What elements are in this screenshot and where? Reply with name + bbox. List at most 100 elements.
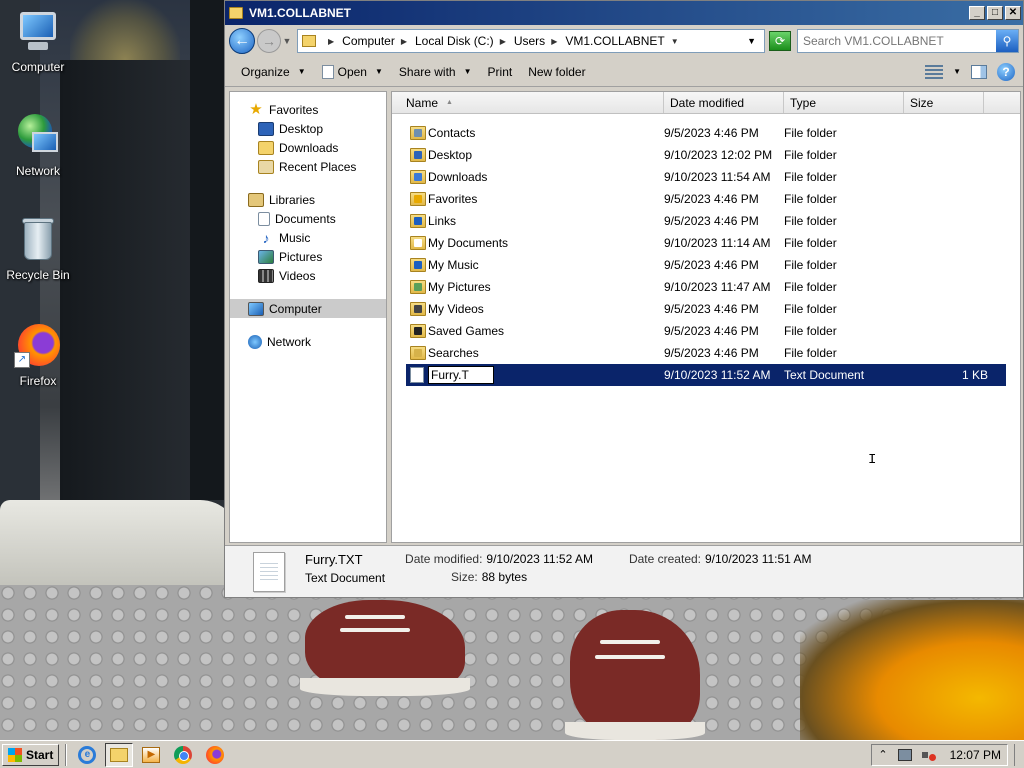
desktop-icon-firefox[interactable]: ↗ Firefox xyxy=(0,322,76,388)
file-name-cell: Saved Games xyxy=(406,324,664,338)
clock[interactable]: 12:07 PM xyxy=(950,748,1001,762)
background-lace xyxy=(595,655,665,659)
sidebar-item-libraries[interactable]: Libraries xyxy=(230,190,386,209)
sidebar-item-pictures[interactable]: Pictures xyxy=(230,247,386,266)
background-lace xyxy=(345,615,405,619)
desktop-icon-label: Computer xyxy=(11,60,65,74)
chevron-down-icon: ▼ xyxy=(297,67,306,76)
background-lace xyxy=(340,628,410,632)
videos-icon xyxy=(258,268,274,283)
table-row[interactable]: Searches 9/5/2023 4:46 PM File folder xyxy=(406,342,1006,364)
taskbar-firefox[interactable] xyxy=(201,743,229,767)
table-row[interactable]: Downloads 9/10/2023 11:54 AM File folder xyxy=(406,166,1006,188)
sidebar-item-music[interactable]: ♪ Music xyxy=(230,228,386,247)
table-row[interactable]: My Documents 9/10/2023 11:14 AM File folde… xyxy=(406,232,1006,254)
print-button[interactable]: Print xyxy=(480,60,521,84)
table-row[interactable]: My Videos 9/5/2023 4:46 PM File folder xyxy=(406,298,1006,320)
breadcrumb-item-vm1[interactable]: VM1.COLLABNET ▼ xyxy=(565,34,678,48)
recent-pages-dropdown[interactable]: ▼ xyxy=(281,36,293,46)
table-row[interactable]: Contacts 9/5/2023 4:46 PM File folder xyxy=(406,122,1006,144)
organize-button[interactable]: Organize ▼ xyxy=(233,60,314,84)
share-with-button[interactable]: Share with ▼ xyxy=(391,60,480,84)
table-row[interactable]: Desktop 9/10/2023 12:02 PM File folder xyxy=(406,144,1006,166)
taskbar-chrome[interactable] xyxy=(169,743,197,767)
column-header-filler xyxy=(984,92,1020,113)
file-date-cell: 9/10/2023 11:54 AM xyxy=(664,170,771,184)
sidebar-item-favorites[interactable]: ★ Favorites xyxy=(230,100,386,119)
taskbar-windows-explorer[interactable] xyxy=(105,742,134,767)
taskbar-internet-explorer[interactable]: e xyxy=(73,743,101,767)
desktop-icon-label: Firefox xyxy=(19,374,57,388)
file-name-cell: Desktop xyxy=(406,148,664,162)
breadcrumb-item-computer[interactable]: Computer ▶ xyxy=(342,34,407,48)
table-row[interactable]: Saved Games 9/5/2023 4:46 PM File folder xyxy=(406,320,1006,342)
sidebar-item-documents[interactable]: Documents xyxy=(230,209,386,228)
sidebar-item-videos[interactable]: Videos xyxy=(230,266,386,285)
details-modified-value: 9/10/2023 11:52 AM xyxy=(486,552,593,566)
sidebar-item-network[interactable]: Network xyxy=(230,332,386,351)
recent-places-icon xyxy=(258,159,274,174)
rename-input[interactable]: Furry.T xyxy=(428,366,494,384)
back-button[interactable]: ← xyxy=(229,28,255,54)
search-box[interactable]: ⚲ xyxy=(797,29,1019,53)
file-date-cell: 9/5/2023 4:46 PM xyxy=(664,324,759,338)
text-document-icon xyxy=(410,367,424,383)
arrow-right-icon: → xyxy=(262,33,276,49)
desktop-icon xyxy=(258,121,274,136)
file-list-pane[interactable]: Name ▲ Date modified Type Size Contacts 9/… xyxy=(391,91,1021,543)
show-desktop-button[interactable] xyxy=(1014,743,1024,766)
details-modified-label: Date modified: xyxy=(405,552,483,566)
column-header-date[interactable]: Date modified xyxy=(664,92,784,113)
shortcut-arrow-icon: ↗ xyxy=(14,352,30,368)
column-header-type[interactable]: Type xyxy=(784,92,904,113)
sidebar-item-computer[interactable]: Computer xyxy=(230,299,386,318)
close-button[interactable]: ✕ xyxy=(1005,6,1021,20)
table-row[interactable]: Favorites 9/5/2023 4:46 PM File folder xyxy=(406,188,1006,210)
table-row-selected[interactable]: Furry.T 9/10/2023 11:52 AM Text Document 1 … xyxy=(406,364,1006,386)
breadcrumb-separator[interactable]: ▶ xyxy=(322,37,334,46)
show-hidden-icons-icon[interactable]: ⌃ xyxy=(878,748,887,761)
preview-pane-icon[interactable] xyxy=(971,64,987,79)
search-input[interactable] xyxy=(798,34,996,48)
table-row[interactable]: Links 9/5/2023 4:46 PM File folder xyxy=(406,210,1006,232)
sidebar-item-desktop[interactable]: Desktop xyxy=(230,119,386,138)
breadcrumb[interactable]: ▶ Computer ▶ Local Disk (C:) ▶ Users ▶ VM1.… xyxy=(297,29,765,53)
minimize-button[interactable]: _ xyxy=(969,6,985,20)
help-icon[interactable]: ? xyxy=(997,62,1015,81)
breadcrumb-item-local-disk[interactable]: Local Disk (C:) ▶ xyxy=(415,34,506,48)
window-titlebar[interactable]: VM1.COLLABNET _ □ ✕ xyxy=(225,1,1023,25)
table-row[interactable]: My Pictures 9/10/2023 11:47 AM File folder xyxy=(406,276,1006,298)
address-history-dropdown[interactable]: ▼ xyxy=(747,36,756,46)
recycle-bin-icon xyxy=(14,216,62,264)
column-header-size[interactable]: Size xyxy=(904,92,984,113)
start-button[interactable]: Start xyxy=(2,743,60,766)
open-button[interactable]: Open ▼ xyxy=(314,60,391,84)
maximize-button[interactable]: □ xyxy=(987,6,1003,20)
network-status-icon[interactable] xyxy=(897,748,912,761)
new-folder-button[interactable]: New folder xyxy=(520,60,593,84)
desktop-icon-computer[interactable]: Computer xyxy=(0,8,76,74)
libraries-icon xyxy=(248,192,264,207)
search-icon[interactable]: ⚲ xyxy=(996,30,1018,52)
explorer-window[interactable]: VM1.COLLABNET _ □ ✕ ← → ▼ ▶ Computer ▶ Lo… xyxy=(224,0,1024,598)
change-view-icon[interactable] xyxy=(925,64,944,79)
file-list: Contacts 9/5/2023 4:46 PM File folder Deskt… xyxy=(406,122,1006,386)
file-date-cell: 9/5/2023 4:46 PM xyxy=(664,346,759,360)
desktop-icon-recycle-bin[interactable]: Recycle Bin xyxy=(0,216,76,282)
file-type-cell: File folder xyxy=(784,258,837,272)
breadcrumb-item-users[interactable]: Users ▶ xyxy=(514,34,558,48)
table-row[interactable]: My Music 9/5/2023 4:46 PM File folder xyxy=(406,254,1006,276)
downloads-icon xyxy=(258,140,274,155)
taskbar-media-player[interactable]: ▶ xyxy=(137,743,165,767)
sidebar-item-downloads[interactable]: Downloads xyxy=(230,138,386,157)
chevron-down-icon[interactable]: ▼ xyxy=(953,67,961,76)
pictures-icon xyxy=(258,249,274,264)
sidebar-item-recent-places[interactable]: Recent Places xyxy=(230,157,386,176)
forward-button[interactable]: → xyxy=(257,29,281,53)
refresh-button[interactable]: ⟳ xyxy=(769,31,791,51)
column-header-name[interactable]: Name ▲ xyxy=(392,92,664,113)
column-header-row: Name ▲ Date modified Type Size xyxy=(392,92,1020,114)
file-type-cell: File folder xyxy=(784,148,837,162)
volume-muted-icon[interactable] xyxy=(921,749,936,761)
desktop-icon-network[interactable]: Network xyxy=(0,112,76,178)
